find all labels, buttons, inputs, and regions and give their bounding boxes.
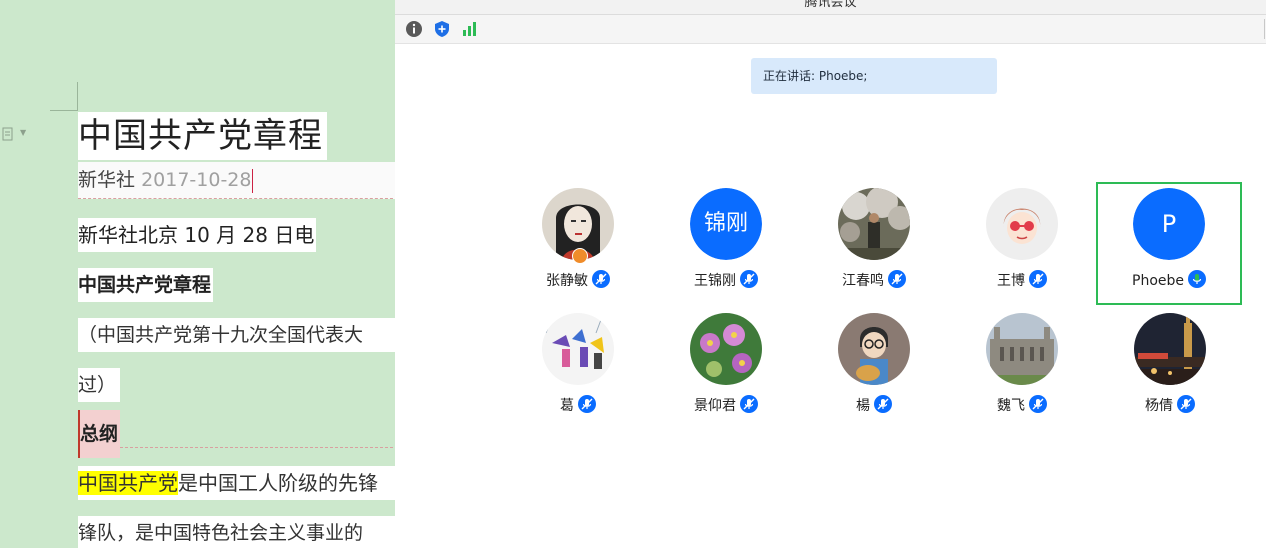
signal-strength-icon[interactable] [461,20,479,38]
participant-name: 葛 [560,398,574,414]
participant-name: 杨倩 [1145,398,1173,414]
text-cursor [252,168,254,193]
info-icon[interactable] [405,20,423,38]
speaking-indicator: 正在讲话: Phoebe; [751,58,997,94]
participant-name: 王锦刚 [694,273,736,289]
participant-name-row: 杨倩 [1110,395,1230,416]
mic-icon[interactable] [740,395,758,413]
mic-icon[interactable] [888,270,906,288]
body-text: 是中国工人阶级的先锋 [178,471,378,495]
toolbar-divider [1264,19,1265,39]
paragraph-body-line2[interactable]: 锋队，是中国特色社会主义事业的 [78,516,395,548]
document-pane[interactable]: ▼ 中国共产党章程 新华社 2017-10-28 新华社北京 10 月 28 日… [0,0,395,548]
paragraph-body[interactable]: 中国共产党是中国工人阶级的先锋 [78,466,395,500]
participant-name: 王博 [997,273,1025,289]
section-heading[interactable]: 总纲 [78,410,395,458]
paragraph-note-end[interactable]: 过） [78,368,121,402]
paragraph-dateline[interactable]: 新华社北京 10 月 28 日电 [78,218,317,252]
participant-tile[interactable]: 张静敏 [518,188,638,298]
participant-tile[interactable]: 江春鸣 [814,188,934,298]
page-corner-mark [77,82,78,110]
speaking-label: 正在讲话: Phoebe; [763,69,868,83]
participant-name: 张静敏 [546,273,588,289]
section-heading-text: 总纲 [78,410,121,458]
participant-name: 江春鸣 [842,273,884,289]
participant-name-row: 葛 [518,395,638,416]
chevron-down-icon[interactable]: ▼ [20,128,26,137]
participant-tile[interactable]: 景仰君 [666,313,786,423]
participant-name: 魏飞 [997,398,1025,414]
active-speaker-frame [1096,182,1242,305]
avatar-initials: 锦刚 [690,188,762,260]
flower-avatar [690,313,762,385]
byline-date: 2017-10-28 [141,169,252,191]
participant-name-row: 江春鸣 [814,270,934,291]
document-title[interactable]: 中国共产党章程 [78,112,327,160]
window-titlebar[interactable]: 腾讯会议 [395,0,1266,15]
mic-icon[interactable] [1029,270,1047,288]
participant-tile[interactable]: 王博 [962,188,1082,298]
host-badge-icon [572,248,588,264]
mic-icon[interactable] [1177,395,1195,413]
mic-icon[interactable] [740,270,758,288]
participant-tile[interactable]: 杨倩 [1110,313,1230,423]
byline-source: 新华社 [78,169,136,191]
participant-name-row: 魏飞 [962,395,1082,416]
participant-name-row: 楊 [814,395,934,416]
illustration-avatar [542,313,614,385]
meeting-toolbar [395,15,1266,44]
paragraph-note[interactable]: （中国共产党第十九次全国代表大 [78,318,395,352]
night-city-avatar [1134,313,1206,385]
document-outline-icon[interactable] [2,127,14,141]
meeting-window: 腾讯会议 正在讲话: Phoebe; 张静敏 锦刚 王锦刚 江春鸣 王博 P P… [395,0,1266,548]
cartoon-avatar [986,188,1058,260]
photo-avatar [838,188,910,260]
initials-avatar: 锦刚 [690,188,762,260]
participant-name-row: 王博 [962,270,1082,291]
participant-name-row: 王锦刚 [666,270,786,291]
highlighted-text: 中国共产党 [78,471,178,495]
security-shield-icon[interactable] [433,20,451,38]
paragraph-heading[interactable]: 中国共产党章程 [78,268,214,302]
participant-tile[interactable]: 锦刚 王锦刚 [666,188,786,298]
participant-tile[interactable]: 葛 [518,313,638,423]
window-title: 腾讯会议 [804,0,857,10]
page-corner-mark [50,110,78,111]
participant-name: 景仰君 [694,398,736,414]
participant-tile[interactable]: 楊 [814,313,934,423]
revision-underline [120,447,395,448]
participant-tile[interactable]: 魏飞 [962,313,1082,423]
mic-icon[interactable] [1029,395,1047,413]
mic-icon[interactable] [592,270,610,288]
mic-icon[interactable] [578,395,596,413]
mic-icon[interactable] [874,395,892,413]
document-byline[interactable]: 新华社 2017-10-28 [78,162,395,199]
participant-name: 楊 [856,398,870,414]
participant-name-row: 张静敏 [518,270,638,291]
building-avatar [986,313,1058,385]
participant-name-row: 景仰君 [666,395,786,416]
guitar-avatar [838,313,910,385]
